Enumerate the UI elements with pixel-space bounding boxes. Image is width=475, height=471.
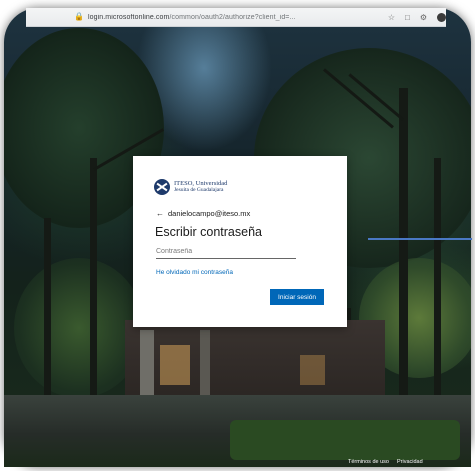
star-icon[interactable]: ☆ — [388, 13, 395, 22]
signin-button[interactable]: Iniciar sesión — [270, 289, 324, 305]
tree-trunk — [44, 218, 51, 418]
tree-trunk — [90, 158, 97, 418]
url-host: login.microsoftonline.com — [87, 13, 170, 21]
footer: Términos de uso Privacidad — [348, 459, 423, 465]
browser-address-bar[interactable]: 🔒 login.microsoftonline.com/common/oauth… — [26, 8, 446, 27]
url-text[interactable]: login.microsoftonline.com/common/oauth2/… — [88, 14, 378, 21]
avatar[interactable] — [437, 12, 446, 22]
org-name-line2: Jesuita de Guadalajara — [174, 187, 224, 193]
password-input[interactable] — [156, 244, 296, 259]
tree-trunk — [399, 88, 408, 418]
building-window — [160, 345, 190, 385]
extension-icon[interactable]: □ — [405, 13, 410, 22]
url-path: /common/oauth2/authorize?client_id=... — [169, 13, 296, 21]
lawn — [230, 420, 460, 460]
building-window — [300, 355, 325, 385]
tree-trunk — [434, 158, 441, 418]
iteso-logo-icon — [154, 179, 170, 195]
browser-toolbar-icons: ☆ □ ⚙ — [388, 12, 446, 22]
org-name-line1: ITESO, Universidad — [174, 180, 228, 187]
forgot-password-link[interactable]: He olvidado mi contraseña — [156, 269, 233, 276]
lock-icon: 🔒 — [74, 12, 84, 21]
org-name: ITESO, Universidad Jesuita de Guadalajar… — [174, 180, 227, 194]
account-row[interactable]: ← danielocampo@iteso.mx — [156, 209, 250, 218]
privacy-link[interactable]: Privacidad — [397, 459, 423, 465]
terms-link[interactable]: Términos de uso — [348, 459, 389, 465]
org-logo: ITESO, Universidad Jesuita de Guadalajar… — [154, 179, 227, 195]
arrow-left-icon[interactable]: ← — [156, 209, 164, 218]
settings-icon[interactable]: ⚙ — [420, 13, 427, 22]
annotation-line — [368, 238, 472, 240]
page-title: Escribir contraseña — [155, 225, 262, 239]
login-card: ITESO, Universidad Jesuita de Guadalajar… — [133, 156, 347, 327]
account-email: danielocampo@iteso.mx — [168, 209, 251, 218]
